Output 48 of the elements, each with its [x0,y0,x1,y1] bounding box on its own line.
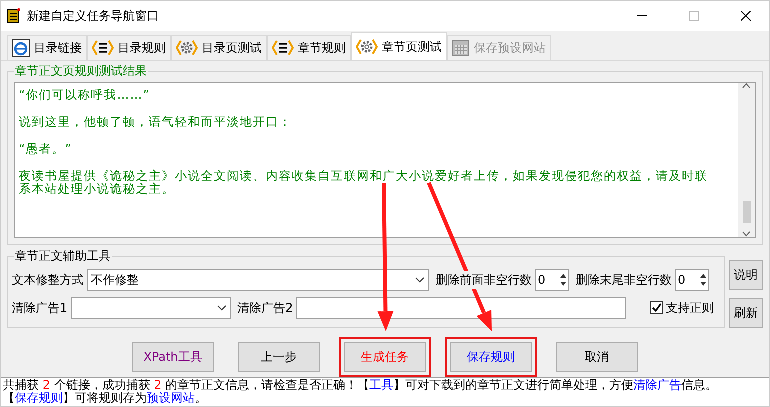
gear-icon [356,38,378,56]
ad-input[interactable] [296,296,626,318]
gear-icon [176,39,198,57]
scroll-thumb[interactable] [742,201,750,224]
text-paragraph: “你们可以称呼我……” [19,89,152,102]
field-label: 删除末尾非空行数 [576,270,672,288]
caret-icon[interactable] [216,304,227,310]
status-link[interactable]: 预设网站 [147,390,195,405]
list-icon [272,39,294,57]
refresh-button[interactable]: 刷新 [729,298,763,328]
group-title: 章节正文辅助工具 [14,248,112,262]
action-button[interactable]: 取消 [556,342,638,372]
status-link[interactable]: 工具 [370,378,394,392]
tab[interactable]: 章节页测试 [351,32,447,60]
help-button[interactable]: 说明 [729,260,763,290]
close-icon[interactable] [741,11,751,21]
spin-field[interactable]: 0 [675,268,709,290]
spin-field[interactable]: 0 [535,268,569,290]
text-paragraph: 夜读书屋提供《诡秘之主》小说全文阅读、内容收集自互联网和广大小说爱好者上传，如果发现侵犯您的权益，请及时联系本站处理小说诡秘之主。 [19,170,709,196]
field-label: 删除前面非空行数 [436,270,532,288]
text-paragraph: 说到这里，他顿了顿，语气轻和而平淡地开口： [19,116,293,130]
tab[interactable]: 目录页测试 [171,35,267,60]
text-paragraph: “愚者。” [19,143,74,156]
field-label: 清除广告2 [238,300,294,316]
tab[interactable]: 目录链接 [7,35,87,60]
scroll-up-icon[interactable] [742,83,751,90]
browser-icon [12,39,30,57]
group-title: 章节正文页规则测试结果 [14,64,148,78]
scrollbar[interactable] [738,83,755,238]
trim-mode-select[interactable]: 不作修整 [87,268,429,290]
field-label: 清除广告1 [12,300,68,316]
status-text: 共捕获 2 个链接，成功捕获 2 的章节正文信息，请检查是否正确！【工具】可对下载到的章节正文进行简单处理，方便清除广告信息。【保存规则】可将规则存为预设网站。 [1,376,769,406]
scroll-down-icon[interactable] [742,231,751,238]
caret-icon[interactable] [415,276,425,282]
action-button[interactable]: 上一步 [238,342,320,372]
checkbox-label: 支持正则 [666,300,714,316]
action-button[interactable]: 保存规则 [450,342,532,372]
tab[interactable]: 目录规则 [87,35,171,60]
action-button[interactable]: XPath工具 [132,342,214,372]
status-link[interactable]: 清除广告 [634,378,682,392]
list-icon [92,39,114,57]
status-link[interactable]: 保存规则 [15,390,63,405]
regex-checkbox[interactable] [650,301,663,314]
tab[interactable]: 章节规则 [267,35,351,60]
calendar-icon [452,39,470,57]
app-icon [7,8,21,24]
field-label: 文本修整方式 [12,270,84,288]
window-title: 新建自定义任务导航窗口 [27,8,160,25]
